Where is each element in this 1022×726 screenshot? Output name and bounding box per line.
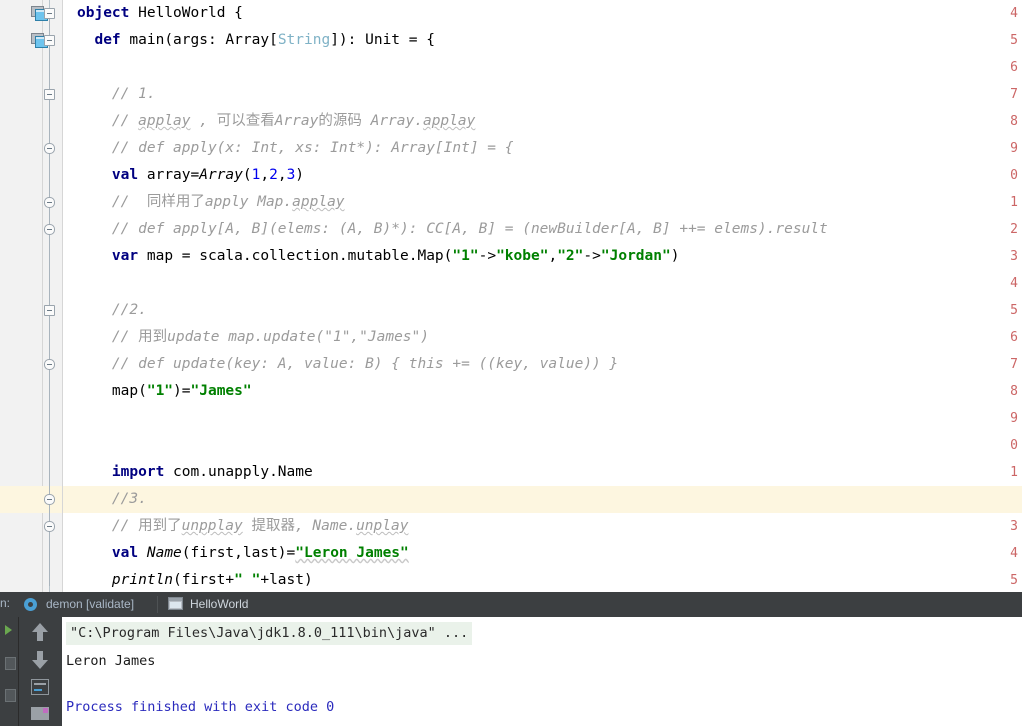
fold-marker[interactable] [44, 143, 55, 154]
code-line[interactable]: // 同样用了apply Map.applay [63, 189, 1022, 216]
code-line[interactable]: // 1. [63, 81, 1022, 108]
gear-icon [24, 598, 37, 611]
code-line[interactable]: // applay , 可以查看Array的源码 Array.applay [63, 108, 1022, 135]
code-line[interactable]: // def apply[A, B](elems: (A, B)*): CC[A… [63, 216, 1022, 243]
fold-marker[interactable] [44, 359, 55, 370]
fold-marker[interactable] [44, 305, 55, 316]
run-window-label: n: [0, 596, 11, 610]
code-text-area[interactable]: object HelloWorld { def main(args: Array… [63, 0, 1022, 592]
fold-marker[interactable] [44, 89, 55, 100]
fold-connector [49, 46, 50, 586]
console-output-line: Leron James [66, 653, 156, 669]
fold-marker[interactable] [44, 224, 55, 235]
fold-marker[interactable] [44, 494, 55, 505]
tab-separator [157, 596, 158, 613]
code-line[interactable]: //2. [63, 297, 1022, 324]
code-line[interactable]: // def update(key: A, value: B) { this +… [63, 351, 1022, 378]
code-line[interactable]: def main(args: Array[String]): Unit = { [63, 27, 1022, 54]
code-line-current[interactable]: //3. [63, 486, 1022, 513]
console-icon [168, 597, 183, 610]
run-tab-bar: n: demon [validate] HelloWorld [0, 592, 1022, 618]
run-tool-window: n: demon [validate] HelloWorld "C:\Progr… [0, 592, 1022, 726]
tab-helloworld[interactable]: HelloWorld [168, 592, 288, 617]
code-line[interactable]: val array=Array(1,2,3) [63, 162, 1022, 189]
code-line[interactable]: map("1")="James" [63, 378, 1022, 405]
fold-marker[interactable] [44, 35, 55, 46]
fold-marker[interactable] [44, 197, 55, 208]
fold-marker[interactable] [44, 8, 55, 19]
code-line[interactable]: println(first+" "+last) [63, 567, 1022, 592]
fold-marker[interactable] [44, 521, 55, 532]
arrow-down-icon[interactable] [32, 651, 48, 669]
console-command-line: "C:\Program Files\Java\jdk1.8.0_111\bin\… [66, 622, 473, 645]
code-line[interactable]: var map = scala.collection.mutable.Map("… [63, 243, 1022, 270]
code-line[interactable] [63, 405, 1022, 432]
print-icon[interactable] [31, 707, 49, 720]
code-line[interactable] [63, 54, 1022, 81]
console-output[interactable]: "C:\Program Files\Java\jdk1.8.0_111\bin\… [62, 617, 1022, 726]
code-line[interactable]: import com.unapply.Name [63, 459, 1022, 486]
fold-connector [49, 19, 50, 35]
tab-demon-validate[interactable]: demon [validate] [24, 592, 164, 617]
run-sidebar[interactable] [0, 617, 19, 726]
code-line[interactable]: // 用到了unpplay 提取器, Name.unplay [63, 513, 1022, 540]
code-line[interactable] [63, 270, 1022, 297]
tab-label: demon [validate] [46, 597, 135, 611]
code-line[interactable]: val Name(first,last)="Leron James" [63, 540, 1022, 567]
run-icon[interactable] [2, 623, 16, 637]
code-line[interactable]: // def apply(x: Int, xs: Int*): Array[In… [63, 135, 1022, 162]
tab-label: HelloWorld [190, 597, 249, 611]
console-exit-line: Process finished with exit code 0 [66, 699, 335, 715]
arrow-up-icon[interactable] [32, 623, 48, 641]
soft-wrap-icon[interactable] [31, 679, 49, 695]
ide-window: 4 5 6 7 8 9 0 1 2 3 4 5 6 7 8 9 0 1 2 3 … [0, 0, 1022, 726]
stop-icon[interactable] [2, 655, 16, 670]
code-line[interactable]: // 用到update map.update("1","James") [63, 324, 1022, 351]
code-editor[interactable]: 4 5 6 7 8 9 0 1 2 3 4 5 6 7 8 9 0 1 2 3 … [0, 0, 1022, 592]
code-line[interactable] [63, 432, 1022, 459]
console-toolbar[interactable] [19, 617, 63, 726]
code-line[interactable]: object HelloWorld { [63, 0, 1022, 27]
rerun-icon[interactable] [2, 687, 16, 702]
